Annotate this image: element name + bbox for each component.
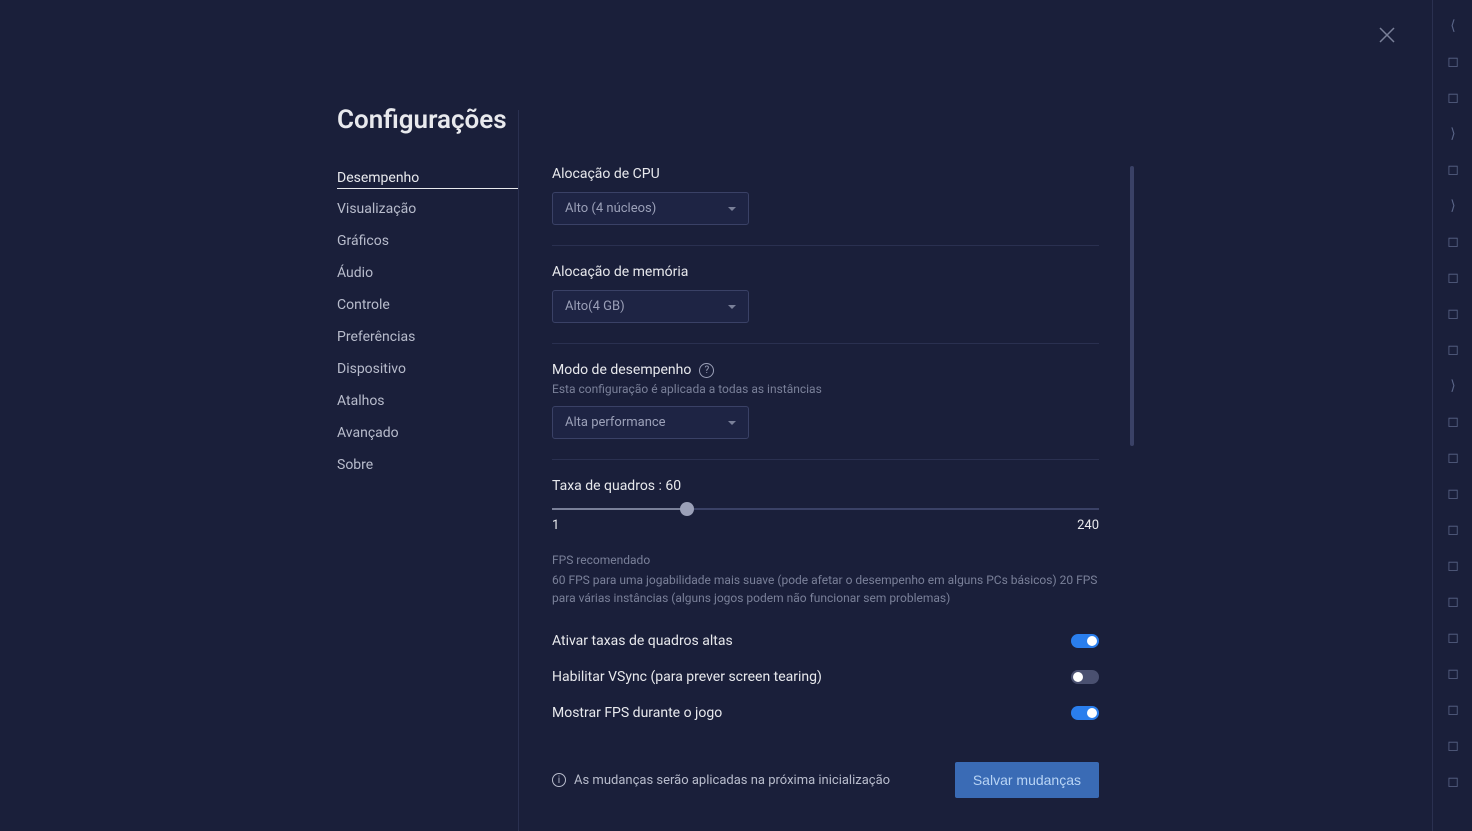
show-fps-row: Mostrar FPS durante o jogo (552, 699, 1099, 727)
high-framerate-toggle[interactable] (1071, 634, 1099, 648)
show-fps-label: Mostrar FPS durante o jogo (552, 705, 722, 721)
toolbar-icon-15[interactable]: ◻ (1433, 512, 1472, 548)
vsync-row: Habilitar VSync (para prever screen tear… (552, 663, 1099, 691)
close-icon (1379, 27, 1395, 43)
sidebar-item-preferencias[interactable]: Preferências (337, 325, 518, 349)
footer-notice: i As mudanças serão aplicadas na próxima… (552, 773, 890, 788)
sidebar-item-dispositivo[interactable]: Dispositivo (337, 357, 518, 381)
toolbar-icon-10[interactable]: ◻ (1433, 332, 1472, 368)
sidebar-item-controle[interactable]: Controle (337, 293, 518, 317)
vsync-toggle[interactable] (1071, 670, 1099, 684)
performance-mode-value: Alta performance (565, 415, 666, 430)
memory-label: Alocação de memória (552, 264, 1099, 280)
memory-select[interactable]: Alto(4 GB) (552, 290, 749, 323)
framerate-slider[interactable]: 1 240 (552, 508, 1099, 533)
framerate-section: Taxa de quadros : 60 1 240 FPS recomenda… (552, 478, 1099, 607)
high-framerate-row: Ativar taxas de quadros altas (552, 627, 1099, 655)
fps-recommended-title: FPS recomendado (552, 551, 1099, 569)
caret-down-icon (728, 421, 736, 425)
slider-thumb[interactable] (680, 502, 694, 516)
toolbar-icon-19[interactable]: ◻ (1433, 656, 1472, 692)
divider (552, 343, 1099, 344)
toolbar-icon-20[interactable]: ◻ (1433, 692, 1472, 728)
toolbar-icon-18[interactable]: ◻ (1433, 620, 1472, 656)
toolbar-icon-21[interactable]: ◻ (1433, 728, 1472, 764)
fps-recommended-text: 60 FPS para uma jogabilidade mais suave … (552, 571, 1099, 607)
scrollbar[interactable] (1130, 166, 1134, 446)
performance-mode-sublabel: Esta configuração é aplicada a todas as … (552, 382, 1099, 396)
toolbar-icon-6[interactable]: ⟩ (1433, 188, 1472, 224)
sidebar-item-graficos[interactable]: Gráficos (337, 229, 518, 253)
toolbar-icon-5[interactable]: ◻ (1433, 152, 1472, 188)
page-title: Configurações (337, 105, 507, 135)
slider-min: 1 (552, 518, 559, 533)
toolbar-icon-8[interactable]: ◻ (1433, 260, 1472, 296)
save-button[interactable]: Salvar mudanças (955, 762, 1099, 798)
close-button[interactable] (1372, 20, 1402, 50)
high-framerate-label: Ativar taxas de quadros altas (552, 633, 733, 649)
sidebar-item-audio[interactable]: Áudio (337, 261, 518, 285)
toolbar-icon-3[interactable]: ◻ (1433, 80, 1472, 116)
vsync-label: Habilitar VSync (para prever screen tear… (552, 669, 822, 685)
toolbar-icon-13[interactable]: ◻ (1433, 440, 1472, 476)
cpu-section: Alocação de CPU Alto (4 núcleos) (552, 166, 1099, 225)
main-content: Alocação de CPU Alto (4 núcleos) Alocaçã… (519, 110, 1099, 831)
footer-notice-text: As mudanças serão aplicadas na próxima i… (574, 773, 890, 788)
toolbar-icon-11[interactable]: ⟩ (1433, 368, 1472, 404)
toolbar-icon-2[interactable]: ◻ (1433, 44, 1472, 80)
help-icon[interactable]: ? (699, 363, 714, 378)
sidebar-item-visualizacao[interactable]: Visualização (337, 197, 518, 221)
sidebar-item-atalhos[interactable]: Atalhos (337, 389, 518, 413)
toolbar-icon-14[interactable]: ◻ (1433, 476, 1472, 512)
toolbar-icon-7[interactable]: ◻ (1433, 224, 1472, 260)
divider (552, 459, 1099, 460)
footer: i As mudanças serão aplicadas na próxima… (552, 762, 1099, 798)
caret-down-icon (728, 207, 736, 211)
toolbar-icon-17[interactable]: ◻ (1433, 584, 1472, 620)
performance-mode-label-text: Modo de desempenho (552, 362, 691, 378)
memory-value: Alto(4 GB) (565, 299, 625, 314)
performance-mode-label: Modo de desempenho ? (552, 362, 1099, 378)
show-fps-toggle[interactable] (1071, 706, 1099, 720)
cpu-value: Alto (4 núcleos) (565, 201, 656, 216)
info-icon: i (552, 773, 566, 787)
cpu-label: Alocação de CPU (552, 166, 1099, 182)
toolbar-icon-4[interactable]: ⟩ (1433, 116, 1472, 152)
toolbar-icon-16[interactable]: ◻ (1433, 548, 1472, 584)
fps-description: FPS recomendado 60 FPS para uma jogabili… (552, 551, 1099, 607)
sidebar: Desempenho Visualização Gráficos Áudio C… (337, 110, 519, 831)
performance-mode-select[interactable]: Alta performance (552, 406, 749, 439)
sidebar-item-desempenho[interactable]: Desempenho (337, 166, 518, 189)
divider (552, 245, 1099, 246)
toolbar-icon-22[interactable]: ◻ (1433, 764, 1472, 800)
slider-max: 240 (1077, 518, 1099, 533)
toolbar-icon-1[interactable]: ⟨ (1433, 8, 1472, 44)
caret-down-icon (728, 305, 736, 309)
framerate-label: Taxa de quadros : 60 (552, 478, 1099, 494)
cpu-select[interactable]: Alto (4 núcleos) (552, 192, 749, 225)
right-toolbar: ⟨ ◻ ◻ ⟩ ◻ ⟩ ◻ ◻ ◻ ◻ ⟩ ◻ ◻ ◻ ◻ ◻ ◻ ◻ ◻ ◻ … (1432, 0, 1472, 831)
toolbar-icon-12[interactable]: ◻ (1433, 404, 1472, 440)
memory-section: Alocação de memória Alto(4 GB) (552, 264, 1099, 323)
performance-mode-section: Modo de desempenho ? Esta configuração é… (552, 362, 1099, 439)
toolbar-icon-9[interactable]: ◻ (1433, 296, 1472, 332)
sidebar-item-avancado[interactable]: Avançado (337, 421, 518, 445)
sidebar-item-sobre[interactable]: Sobre (337, 453, 518, 477)
